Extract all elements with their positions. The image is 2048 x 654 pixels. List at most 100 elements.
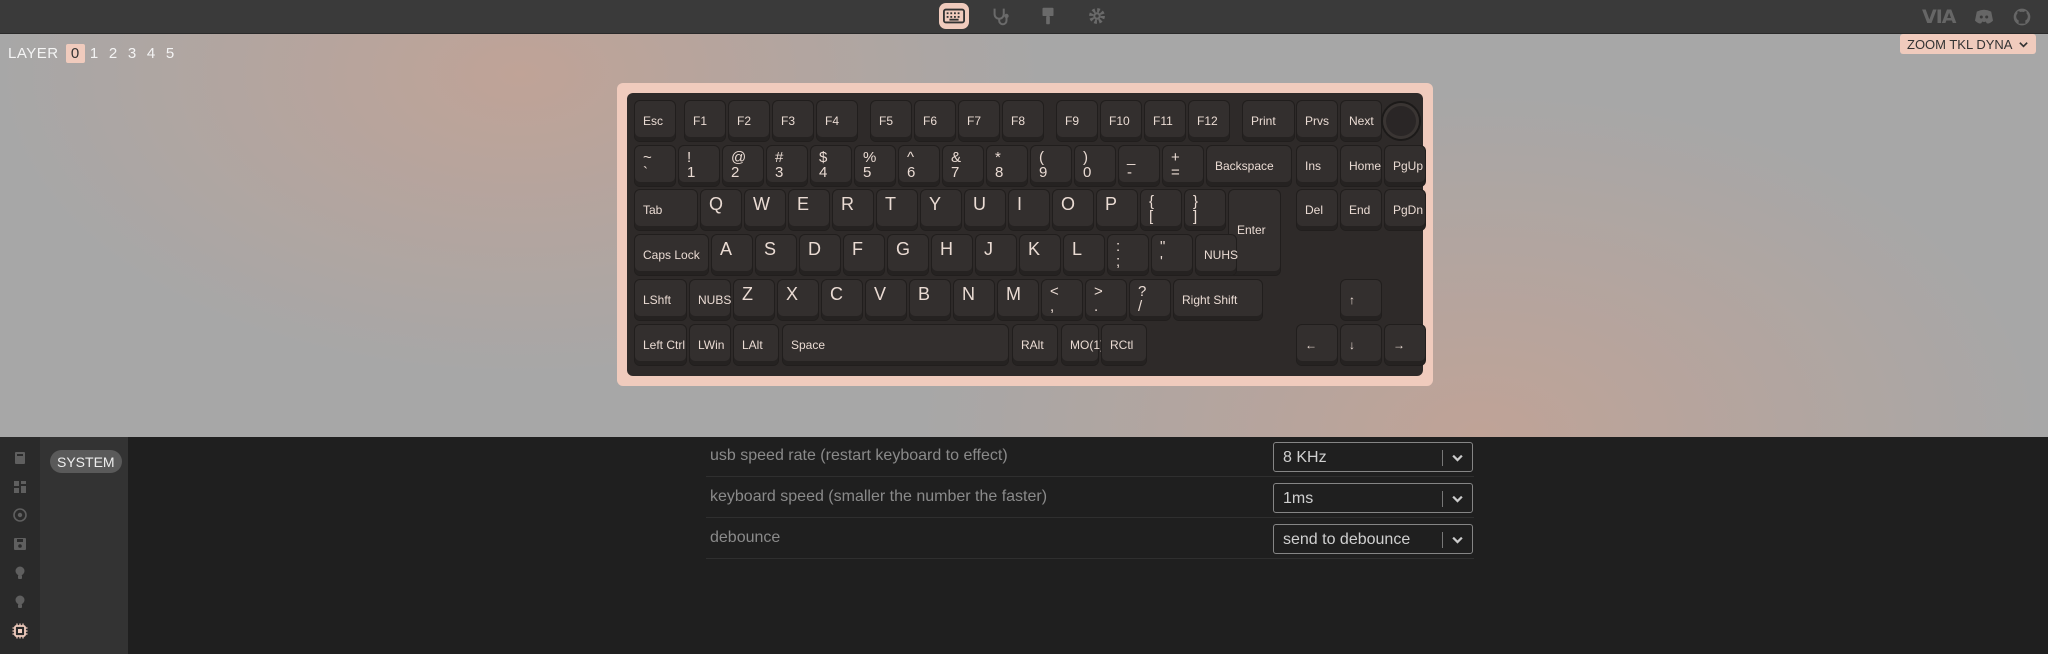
key-p[interactable]: P — [1097, 190, 1137, 230]
key-f1[interactable]: F1 — [685, 101, 725, 141]
key-7[interactable]: & 7 — [943, 146, 983, 186]
key-tab[interactable]: Tab — [635, 190, 697, 230]
stethoscope-icon[interactable] — [986, 3, 1016, 29]
key-left[interactable]: ← — [1297, 325, 1337, 365]
key-a[interactable]: A — [712, 235, 752, 275]
grid-icon[interactable] — [10, 477, 29, 496]
key-grave[interactable]: ~ ` — [635, 146, 675, 186]
key-8[interactable]: * 8 — [987, 146, 1027, 186]
layer-button-3[interactable]: 3 — [123, 44, 142, 63]
key-f2[interactable]: F2 — [729, 101, 769, 141]
bulb-alt-icon[interactable] — [10, 592, 29, 611]
key-nuhs[interactable]: NUHS — [1196, 235, 1238, 275]
key-c[interactable]: C — [822, 280, 862, 320]
key-6[interactable]: ^ 6 — [899, 146, 939, 186]
key-l[interactable]: L — [1064, 235, 1104, 275]
key-f5[interactable]: F5 — [871, 101, 911, 141]
key-f8[interactable]: F8 — [1003, 101, 1043, 141]
key-f12[interactable]: F12 — [1189, 101, 1229, 141]
key-next[interactable]: Next — [1341, 101, 1381, 141]
bulb-icon[interactable] — [10, 563, 29, 582]
key-del[interactable]: Del — [1297, 190, 1337, 230]
key-h[interactable]: H — [932, 235, 972, 275]
device-select[interactable]: ZOOM TKL DYNA — [1900, 34, 2036, 54]
key-f3[interactable]: F3 — [773, 101, 813, 141]
key-f7[interactable]: F7 — [959, 101, 999, 141]
key-n[interactable]: N — [954, 280, 994, 320]
key-esc[interactable]: Esc — [635, 101, 675, 141]
key-up[interactable]: ↑ — [1341, 280, 1381, 320]
key-down[interactable]: ↓ — [1341, 325, 1381, 365]
key-print[interactable]: Print — [1243, 101, 1294, 141]
key-right[interactable]: → — [1385, 325, 1425, 365]
key-f9[interactable]: F9 — [1057, 101, 1097, 141]
layer-button-5[interactable]: 5 — [161, 44, 180, 63]
key-v[interactable]: V — [866, 280, 906, 320]
key-f10[interactable]: F10 — [1101, 101, 1141, 141]
key-o[interactable]: O — [1053, 190, 1093, 230]
key-3[interactable]: #3 — [767, 146, 807, 186]
gear-icon[interactable] — [1082, 3, 1112, 29]
chip-icon[interactable] — [10, 621, 29, 640]
key-knob[interactable] — [1383, 103, 1419, 139]
book-icon[interactable] — [10, 448, 29, 467]
key-e[interactable]: E — [789, 190, 829, 230]
setting-select[interactable]: send to debounce — [1273, 524, 1473, 554]
key-g[interactable]: G — [888, 235, 928, 275]
key-m[interactable]: M — [998, 280, 1038, 320]
key-f6[interactable]: F6 — [915, 101, 955, 141]
paintbrush-icon[interactable] — [1033, 3, 1063, 29]
key-period[interactable]: >. — [1086, 280, 1126, 320]
key-d[interactable]: D — [800, 235, 840, 275]
key-s[interactable]: S — [756, 235, 796, 275]
key-0[interactable]: ) 0 — [1075, 146, 1115, 186]
key-u[interactable]: U — [965, 190, 1005, 230]
key-backspace[interactable]: Backspace — [1207, 146, 1291, 186]
key-r[interactable]: R — [833, 190, 873, 230]
key-lwin[interactable]: LWin — [690, 325, 730, 365]
key-equal[interactable]: + = — [1163, 146, 1203, 186]
key-b[interactable]: B — [910, 280, 950, 320]
discord-icon[interactable] — [1972, 4, 1996, 30]
key-lbracket[interactable]: {[ — [1141, 190, 1181, 230]
setting-select[interactable]: 1ms — [1273, 483, 1473, 513]
key-f[interactable]: F — [844, 235, 884, 275]
key-lshift[interactable]: LShft — [635, 280, 686, 320]
key-rshift[interactable]: Right Shift — [1174, 280, 1262, 320]
key-f4[interactable]: F4 — [817, 101, 857, 141]
key-pgup[interactable]: PgUp — [1385, 146, 1425, 186]
key-caps[interactable]: Caps Lock — [635, 235, 708, 275]
target-icon[interactable] — [10, 505, 29, 524]
key-2[interactable]: @2 — [723, 146, 763, 186]
key-1[interactable]: ! 1 — [679, 146, 719, 186]
menu-item-system[interactable]: SYSTEM — [50, 450, 122, 473]
key-mo1[interactable]: MO(1) — [1062, 325, 1104, 365]
key-rbracket[interactable]: }] — [1185, 190, 1225, 230]
key-z[interactable]: Z — [734, 280, 774, 320]
key-enter[interactable]: Enter — [1229, 190, 1280, 275]
key-home[interactable]: Home — [1341, 146, 1381, 186]
key-rctrl[interactable]: RCtl — [1102, 325, 1146, 365]
key-semicolon[interactable]: :; — [1108, 235, 1148, 275]
layer-button-1[interactable]: 1 — [85, 44, 104, 63]
key-ralt[interactable]: RAlt — [1013, 325, 1057, 365]
key-w[interactable]: W — [745, 190, 785, 230]
key-k[interactable]: K — [1020, 235, 1060, 275]
key-x[interactable]: X — [778, 280, 818, 320]
save-icon[interactable] — [10, 534, 29, 553]
key-space[interactable]: Space — [783, 325, 1008, 365]
key-end[interactable]: End — [1341, 190, 1381, 230]
keyboard-icon[interactable] — [939, 3, 969, 29]
key-lalt[interactable]: LAlt — [734, 325, 778, 365]
key-prvs[interactable]: Prvs — [1297, 101, 1337, 141]
key-pgdn[interactable]: PgDn — [1385, 190, 1425, 230]
setting-select[interactable]: 8 KHz — [1273, 442, 1473, 472]
key-slash[interactable]: ? / — [1130, 280, 1170, 320]
layer-button-4[interactable]: 4 — [142, 44, 161, 63]
layer-button-2[interactable]: 2 — [104, 44, 123, 63]
key-j[interactable]: J — [976, 235, 1016, 275]
key-minus[interactable]: _ - — [1119, 146, 1159, 186]
key-5[interactable]: % 5 — [855, 146, 895, 186]
key-nubs[interactable]: NUBS — [690, 280, 731, 320]
via-logo[interactable]: VIA — [1922, 4, 1956, 30]
